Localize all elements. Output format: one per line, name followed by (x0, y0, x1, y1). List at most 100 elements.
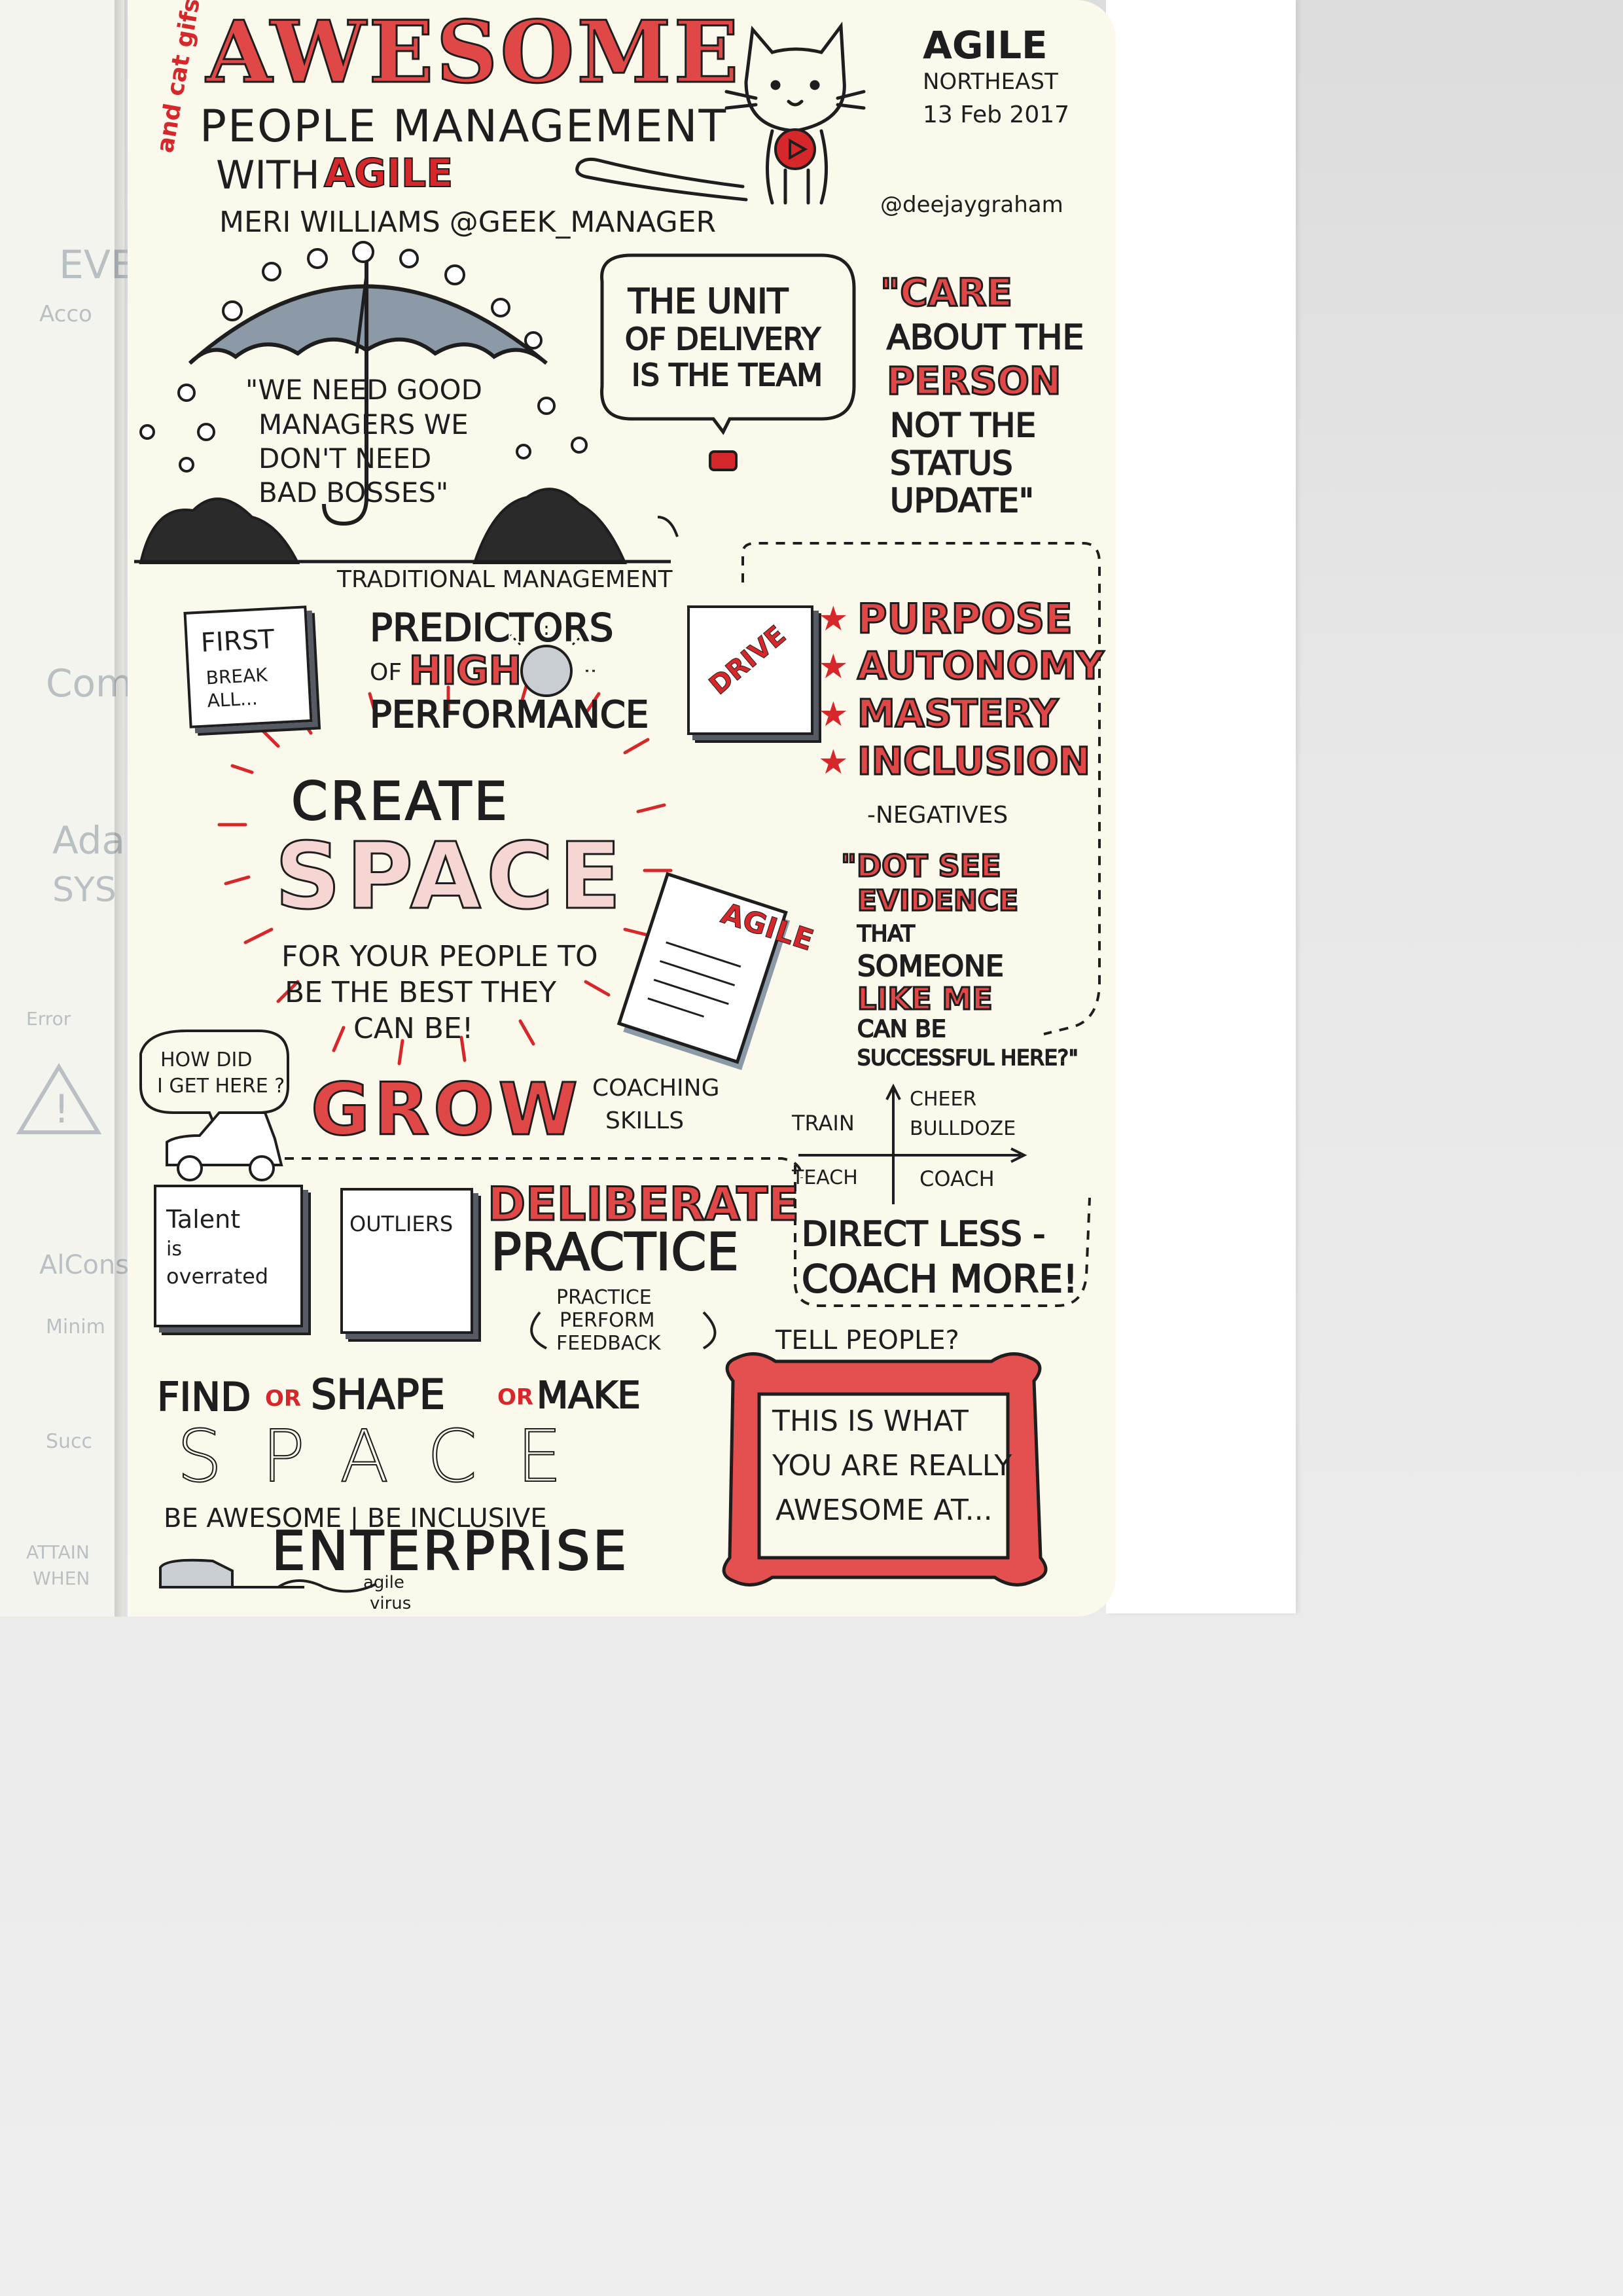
bubble-line: THE UNIT (628, 282, 789, 321)
dashed-road (285, 1157, 803, 1179)
quote-line: DON'T NEED (259, 442, 432, 475)
space-headline: SPACE (274, 823, 627, 930)
quote-line: BAD BOSSES" (259, 476, 449, 509)
cat-badge (774, 128, 816, 170)
book-outliers: OUTLIERS (340, 1188, 473, 1334)
quadrant-label-cheer: CHEER (910, 1088, 977, 1111)
svg-text:!: ! (54, 1086, 69, 1132)
previous-page: EVE Acco Com Ada SYS Error AlCons Minim … (0, 0, 135, 1617)
frame-line: THIS IS WHAT (772, 1405, 969, 1438)
subtitle-line2-emphasis: AGILE (323, 151, 454, 196)
bubble-line: OF DELIVERY (624, 321, 821, 357)
motivator-item: MASTERY (856, 691, 1059, 736)
predictors-of: OF (370, 659, 402, 686)
book-first-break-all: FIRST BREAK ALL... (183, 605, 313, 728)
predictors-high: HIGH (408, 648, 522, 694)
ghost-text: Succ (46, 1430, 93, 1453)
event-date: 13 Feb 2017 (923, 101, 1070, 128)
evidence-line: CAN BE (857, 1016, 947, 1043)
shape-word: SHAPE (310, 1371, 446, 1418)
star-icon: ★ (818, 647, 849, 687)
book-title: is (166, 1238, 182, 1261)
thought-line: I GET HERE ? (157, 1075, 285, 1098)
care-line: STATUS (889, 444, 1014, 482)
or-word: OR (265, 1386, 302, 1412)
book-title: ALL... (206, 687, 259, 712)
evidence-line: "DOT SEE (840, 848, 1003, 884)
book-talent-is-overrated: Talent is overrated (154, 1185, 303, 1327)
practice-label: PRACTICE (490, 1223, 740, 1282)
or-word: OR (497, 1384, 534, 1410)
ghost-text: Acco (39, 301, 92, 327)
create-space-line: BE THE BEST THEY (285, 976, 557, 1009)
agile-virus-label: agile (363, 1573, 404, 1592)
sketchnote-page: and cat gifs AWESOME PEOPLE MANAGEMENT W… (128, 0, 1116, 1617)
event-name: AGILE (923, 23, 1048, 67)
ghost-text: ATTAIN (26, 1541, 90, 1563)
coaching-line: SKILLS (605, 1107, 685, 1134)
evidence-line: EVIDENCE (856, 884, 1019, 918)
care-line: UPDATE" (889, 482, 1035, 520)
quote-line: MANAGERS WE (259, 408, 469, 440)
quote-line: "WE NEED GOOD (245, 374, 482, 406)
find-word: FIND (156, 1374, 251, 1420)
negatives-label: -NEGATIVES (867, 802, 1008, 829)
space-outline-word: SPACE (176, 1414, 601, 1498)
tell-people-label: TELL PEOPLE? (776, 1325, 959, 1355)
book-title: OUTLIERS (349, 1211, 454, 1236)
direct-less-line: COACH MORE! (801, 1257, 1079, 1301)
ghost-text: Minim (46, 1316, 105, 1338)
bubble-line: IS THE TEAM (631, 357, 823, 393)
enterprise-word: ENTERPRISE (271, 1520, 630, 1583)
quadrant-label-train: TRAIN (792, 1111, 855, 1136)
star-icon: ★ (818, 600, 849, 639)
book-title: FIRST (200, 624, 276, 658)
book-title: DRIVE (704, 620, 793, 701)
rock-pile-right (473, 488, 628, 564)
motivator-item: PURPOSE (857, 595, 1074, 643)
deliberate-label: DELIBERATE (487, 1177, 800, 1231)
grow-headline: GROW (310, 1067, 582, 1151)
care-line: "CARE (880, 270, 1014, 315)
create-label: CREATE (291, 771, 510, 832)
warning-icon: ! (16, 1063, 102, 1134)
predictors-title: PREDICTORS (369, 605, 614, 650)
star-icon: ★ (818, 743, 849, 782)
subtitle-line2-prefix: WITH (216, 152, 320, 198)
event-subtitle: NORTHEAST (923, 69, 1058, 95)
ghost-text: SYS (52, 870, 116, 910)
direct-less-line: DIRECT LESS - (801, 1215, 1046, 1254)
cycle-step: PERFORM (560, 1309, 655, 1332)
quadrant-label-teach: TEACH (792, 1166, 858, 1189)
book-title: overrated (166, 1264, 269, 1289)
underlying-sheet (1106, 0, 1296, 1613)
evidence-line: THAT (857, 921, 916, 947)
create-space-line: CAN BE! (353, 1012, 474, 1045)
thought-line: HOW DID (160, 1049, 253, 1071)
ghost-text: Error (26, 1008, 71, 1030)
book-title: BREAK (205, 664, 268, 689)
motivator-item: AUTONOMY (857, 643, 1105, 688)
agile-virus-label: virus (370, 1594, 412, 1613)
star-icon: ★ (818, 695, 849, 734)
care-line: ABOUT THE (886, 318, 1084, 357)
subtitle-line1: PEOPLE MANAGEMENT (200, 101, 728, 152)
frame-line: AWESOME AT... (776, 1494, 993, 1527)
care-line: NOT THE (889, 406, 1037, 444)
evidence-line: SUCCESSFUL HERE?" (857, 1045, 1079, 1070)
page-title: AWESOME (205, 2, 741, 102)
speaker: MERI WILLIAMS @GEEK_MANAGER (219, 206, 717, 239)
quadrant-label-coach: COACH (919, 1166, 995, 1191)
car-icon (166, 1111, 283, 1181)
frame-line: YOU ARE REALLY (772, 1449, 1012, 1482)
cycle-step: FEEDBACK (556, 1332, 661, 1355)
motivator-item: INCLUSION (857, 739, 1092, 783)
quadrant-label-bulldoze: BULLDOZE (910, 1117, 1016, 1140)
ghost-text: WHEN (33, 1568, 90, 1589)
make-word: MAKE (536, 1374, 641, 1417)
create-space-line: FOR YOUR PEOPLE TO (281, 940, 598, 973)
artist-handle: @deejaygraham (880, 192, 1063, 218)
book-drive: DRIVE (687, 605, 813, 735)
care-line: PERSON (885, 359, 1061, 403)
agile-document-icon (616, 872, 791, 1071)
